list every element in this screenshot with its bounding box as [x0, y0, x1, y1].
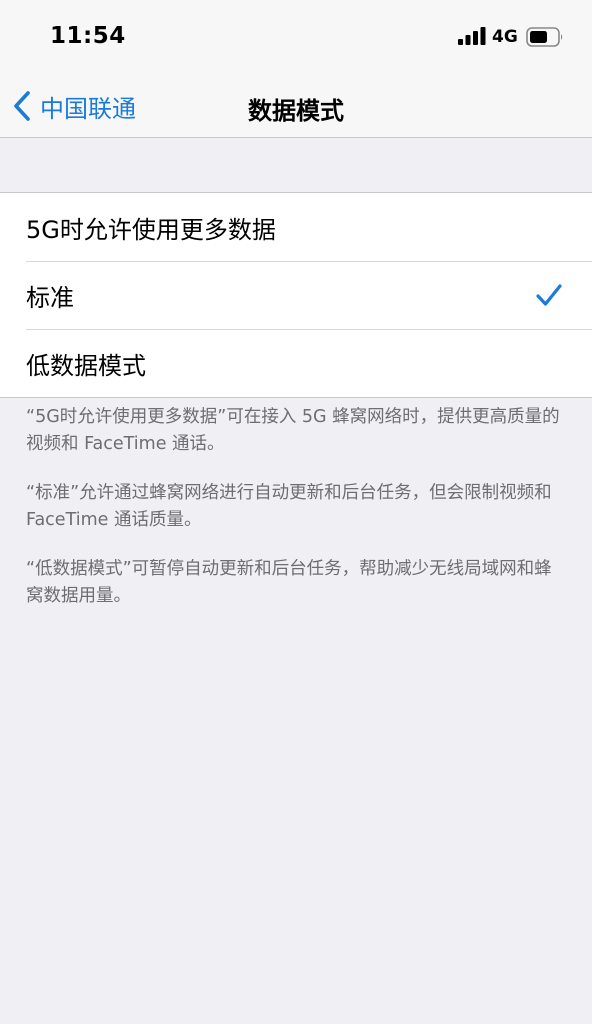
signal-icon: [458, 27, 486, 45]
footer-text-low-data: “低数据模式”可暂停自动更新和后台任务，帮助减少无线局域网和蜂窝数据用量。: [26, 559, 552, 606]
footer-text-standard: “标准”允许通过蜂窝网络进行自动更新和后台任务，但会限制视频和 FaceTime…: [26, 483, 552, 530]
option-label: 低数据模式: [26, 351, 146, 380]
network-label: 4G: [492, 27, 518, 47]
option-label: 5G时允许使用更多数据: [26, 215, 276, 244]
data-mode-options: 5G时允许使用更多数据 标准 低数据模式: [0, 192, 592, 398]
status-bar: 11:54 4G: [0, 0, 592, 76]
checkmark-icon: [536, 284, 562, 306]
footer-text-5g: “5G时允许使用更多数据”可在接入 5G 蜂窝网络时，提供更高质量的视频和 Fa…: [26, 407, 560, 454]
status-time: 11:54: [50, 23, 126, 49]
footer-description: “5G时允许使用更多数据”可在接入 5G 蜂窝网络时，提供更高质量的视频和 Fa…: [26, 404, 566, 632]
option-5g-more-data[interactable]: 5G时允许使用更多数据: [0, 193, 592, 261]
option-standard[interactable]: 标准: [0, 261, 592, 329]
page-title: 数据模式: [248, 97, 344, 125]
navigation-bar: 中国联通 数据模式: [0, 76, 592, 138]
option-low-data-mode[interactable]: 低数据模式: [0, 329, 592, 397]
battery-icon: [526, 27, 563, 47]
option-label: 标准: [26, 283, 74, 312]
screen: 11:54 4G 中国联通 数据模式 5G时允许使用更多数据 标准 低数据模式 …: [0, 0, 592, 1024]
